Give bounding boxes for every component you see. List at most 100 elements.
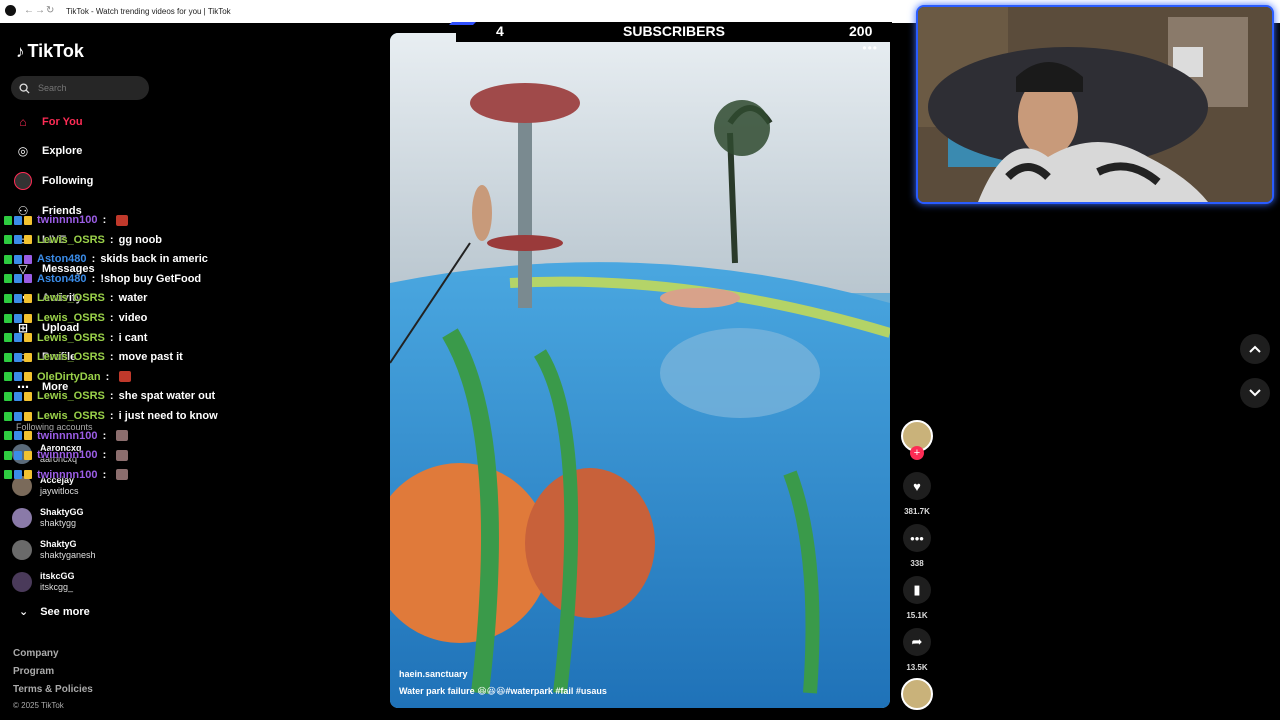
chat-badge-icon — [14, 293, 22, 303]
chat-text: i cant — [118, 331, 148, 344]
video-player[interactable]: ••• haein.sanctuary Water park failure 😆… — [390, 33, 890, 708]
chat-username[interactable]: twinnnn100 — [37, 449, 98, 461]
video-author[interactable]: haein.sanctuary — [399, 669, 468, 679]
nav-label: Explore — [42, 145, 83, 157]
chat-message: OleDirtyDan : — [4, 368, 132, 386]
video-description: Water park failure 😆😆😆#waterpark #fail #… — [399, 686, 607, 696]
chat-separator: : — [106, 233, 117, 246]
follow-plus-icon[interactable]: + — [910, 446, 924, 460]
account-handle: itskcgg_ — [40, 582, 74, 592]
chat-badge-icon — [14, 372, 22, 382]
video-menu-icon[interactable]: ••• — [862, 41, 878, 55]
chat-badge-icon — [14, 352, 22, 362]
subscriber-goal-bar: 4 SUBSCRIBERS 200 — [449, 22, 892, 42]
chat-badge-icon — [14, 254, 22, 264]
chat-badge-icon — [24, 235, 32, 245]
chat-badge-icon — [24, 333, 32, 343]
chat-username[interactable]: Lewis_OSRS — [37, 234, 105, 246]
save-button[interactable]: ▮ — [903, 576, 931, 604]
chat-message: twinnnn100 : — [4, 466, 129, 484]
nav-for-you[interactable]: ⌂ For You — [14, 112, 82, 132]
chat-badge-icon — [4, 411, 12, 421]
chat-username[interactable]: Lewis_OSRS — [37, 292, 105, 304]
chat-badge-icon — [14, 411, 22, 421]
chat-badge-icon — [14, 470, 22, 480]
chat-username[interactable]: Aston480 — [37, 253, 87, 265]
nav-explore[interactable]: ◎ Explore — [14, 141, 83, 161]
chat-username[interactable]: twinnnn100 — [37, 469, 98, 481]
logo-text: TikTok — [27, 41, 84, 61]
chat-badge-icon — [4, 293, 12, 303]
webcam-overlay — [916, 5, 1274, 204]
subscriber-label: SUBSCRIBERS — [623, 23, 725, 39]
search-input[interactable] — [38, 83, 138, 93]
tab-title[interactable]: TikTok - Watch trending videos for you |… — [66, 7, 231, 16]
subscriber-current: 4 — [496, 23, 504, 39]
chat-badge-icon — [24, 391, 32, 401]
chat-emote-icon — [116, 469, 129, 481]
chat-username[interactable]: Lewis_OSRS — [37, 390, 105, 402]
account-item[interactable]: ShaktyGG shaktygg — [12, 505, 84, 531]
share-button[interactable]: ➦ — [903, 628, 931, 656]
nav-following[interactable]: Following — [14, 171, 93, 191]
chevron-up-icon — [1249, 345, 1261, 353]
heart-icon: ♥ — [913, 478, 921, 494]
footer-company-link[interactable]: Company — [13, 648, 59, 659]
save-count: 15.1K — [906, 611, 928, 620]
see-more-button[interactable]: ⌄ See more — [19, 605, 90, 619]
chat-separator: : — [99, 468, 110, 481]
chat-username[interactable]: twinnnn100 — [37, 430, 98, 442]
chat-badge-icon — [14, 215, 22, 225]
next-video-button[interactable] — [1240, 378, 1270, 408]
share-count: 13.5K — [906, 663, 928, 672]
chat-username[interactable]: OleDirtyDan — [37, 371, 101, 383]
chat-badge-icon — [24, 215, 32, 225]
account-handle: shaktygg — [40, 518, 77, 528]
forward-icon[interactable]: → — [35, 5, 45, 16]
reload-icon[interactable]: ↻ — [46, 5, 54, 16]
chat-badge-icon — [4, 431, 12, 441]
back-icon[interactable]: ← — [24, 5, 34, 16]
chat-username[interactable]: Lewis_OSRS — [37, 332, 105, 344]
chat-emote-icon — [116, 430, 129, 442]
account-item[interactable]: ShaktyG shaktyganesh — [12, 537, 96, 563]
chat-text: video — [118, 312, 148, 324]
chat-badge-icon — [14, 391, 22, 401]
chat-badge-icon — [14, 313, 22, 323]
chat-badge-icon — [4, 352, 12, 362]
comment-button[interactable]: ••• — [903, 524, 931, 552]
chat-badge-icon — [24, 450, 32, 460]
previous-video-button[interactable] — [1240, 334, 1270, 364]
chat-badge-icon — [4, 274, 12, 284]
chat-username[interactable]: Lewis_OSRS — [37, 312, 105, 324]
tiktok-logo[interactable]: ♪ TikTok — [16, 41, 84, 62]
chat-message: Lewis_OSRS : video — [4, 309, 147, 327]
account-item[interactable]: itskcGG itskcgg_ — [12, 569, 75, 595]
chat-badge-icon — [24, 313, 32, 323]
chat-badge-icon — [4, 450, 12, 460]
chat-text: gg noob — [118, 233, 163, 246]
account-handle: shaktyganesh — [40, 550, 96, 560]
footer-terms-link[interactable]: Terms & Policies — [13, 684, 93, 695]
share-icon: ➦ — [911, 634, 923, 649]
avatar — [12, 540, 32, 560]
chat-badge-icon — [4, 215, 12, 225]
chat-message: twinnnn100 : — [4, 211, 129, 229]
like-button[interactable]: ♥ — [903, 472, 931, 500]
search-box[interactable] — [11, 76, 149, 100]
webcam-image — [918, 7, 1272, 202]
tiktok-favicon-icon — [5, 5, 16, 16]
chat-username[interactable]: Lewis_OSRS — [37, 410, 105, 422]
chat-username[interactable]: Aston480 — [37, 273, 87, 285]
following-icon — [14, 172, 32, 190]
music-disc-avatar[interactable] — [901, 678, 933, 710]
chat-badge-icon — [4, 391, 12, 401]
chat-text: skids back in americ — [100, 253, 208, 266]
footer-program-link[interactable]: Program — [13, 666, 54, 677]
chat-username[interactable]: twinnnn100 — [37, 214, 98, 226]
chat-username[interactable]: Lewis_OSRS — [37, 351, 105, 363]
chevron-down-icon: ⌄ — [19, 606, 29, 618]
chat-separator: : — [106, 351, 117, 364]
chat-text: water — [118, 292, 148, 305]
chat-message: Lewis_OSRS : i just need to know — [4, 407, 218, 425]
